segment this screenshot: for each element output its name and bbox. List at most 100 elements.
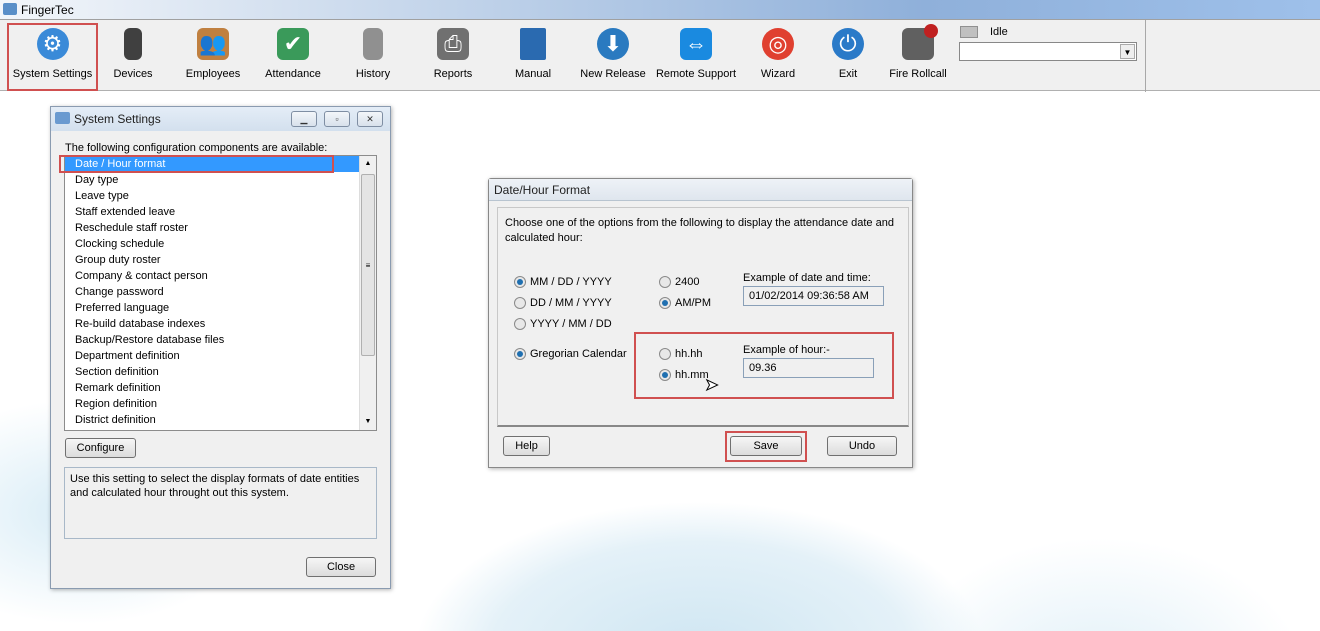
- radio-yyyy-mm-dd[interactable]: YYYY / MM / DD: [514, 318, 612, 330]
- main-toolbar: ⚙ System Settings Devices 👥 Employees ✔ Att…: [0, 19, 1320, 92]
- app-logo-icon: [55, 112, 70, 124]
- power-icon: ⏻: [832, 28, 864, 60]
- maximize-button[interactable]: ▫: [324, 111, 350, 127]
- toolbar-label: Reports: [433, 68, 473, 80]
- window-title-bar: System Settings ▁ ▫ ✕: [51, 107, 390, 131]
- toolbar-label: Manual: [514, 68, 552, 80]
- config-list[interactable]: Date / Hour format Day type Leave type Staf…: [64, 155, 377, 431]
- radio-dd-mm-yyyy[interactable]: DD / MM / YYYY: [514, 297, 612, 309]
- toolbar-history[interactable]: History: [331, 24, 415, 86]
- config-list-item[interactable]: District definition: [65, 412, 359, 428]
- toolbar-remote-support[interactable]: ⇔ Remote Support: [654, 24, 738, 86]
- minimize-button[interactable]: ▁: [291, 111, 317, 127]
- scrollbar-thumb[interactable]: ≡: [361, 174, 375, 356]
- radio-label: YYYY / MM / DD: [530, 318, 612, 330]
- radio-label: 2400: [675, 276, 700, 288]
- save-button[interactable]: Save: [730, 436, 802, 456]
- example-hour-label: Example of hour:-: [743, 344, 830, 356]
- radio-mm-dd-yyyy[interactable]: MM / DD / YYYY: [514, 276, 612, 288]
- toolbar-employees[interactable]: 👥 Employees: [171, 24, 255, 86]
- radio-hh-mm[interactable]: hh.mm: [659, 369, 709, 381]
- app-logo-icon: [3, 3, 17, 15]
- config-list-item[interactable]: Preferred language: [65, 300, 359, 316]
- toolbar-label: Remote Support: [655, 68, 737, 80]
- toolbar-label: Devices: [113, 68, 153, 80]
- attendance-icon: ✔: [277, 28, 309, 60]
- config-list-item[interactable]: Company & contact person: [65, 268, 359, 284]
- config-list-item[interactable]: Leave type: [65, 188, 359, 204]
- toolbar-label: Attendance: [265, 68, 321, 80]
- book-icon: [520, 28, 546, 60]
- radio-label: AM/PM: [675, 297, 712, 309]
- config-list-item[interactable]: Backup/Restore database files: [65, 332, 359, 348]
- configure-button[interactable]: Configure: [65, 438, 136, 458]
- scroll-down-icon[interactable]: ▼: [360, 414, 376, 430]
- radio-label: hh.hh: [675, 348, 703, 360]
- status-text: Idle: [990, 26, 1008, 38]
- app-title-bar: FingerTec: [0, 0, 1320, 19]
- config-list-item[interactable]: Remark definition: [65, 380, 359, 396]
- remote-icon: ⇔: [680, 28, 712, 60]
- dialog-title: Date/Hour Format: [494, 183, 591, 197]
- app-title: FingerTec: [21, 3, 74, 17]
- config-list-item[interactable]: Section definition: [65, 364, 359, 380]
- help-button[interactable]: Help: [503, 436, 550, 456]
- config-list-item[interactable]: Reschedule staff roster: [65, 220, 359, 236]
- radio-label: MM / DD / YYYY: [530, 276, 612, 288]
- toolbar-system-settings[interactable]: ⚙ System Settings: [7, 23, 98, 91]
- terminal-combo[interactable]: ▼: [959, 42, 1137, 61]
- radio-am-pm[interactable]: AM/PM: [659, 297, 711, 309]
- example-date-label: Example of date and time:: [743, 272, 871, 284]
- close-button[interactable]: Close: [306, 557, 376, 577]
- description-box: Use this setting to select the display f…: [64, 467, 377, 539]
- radio-gregorian-calendar[interactable]: Gregorian Calendar: [514, 348, 627, 360]
- radio-hh-hh[interactable]: hh.hh: [659, 348, 703, 360]
- toolbar-fire-rollcall[interactable]: Fire Rollcall: [876, 24, 960, 86]
- toolbar-devices[interactable]: Devices: [91, 24, 175, 86]
- scroll-up-icon[interactable]: ▲: [360, 156, 376, 172]
- printer-icon: ⎙: [437, 28, 469, 60]
- config-list-item[interactable]: Staff extended leave: [65, 204, 359, 220]
- highlight-box: [59, 155, 334, 173]
- mouse-cursor-icon: ➤: [704, 377, 719, 395]
- example-hour-field: 09.36: [743, 358, 874, 378]
- toolbar-reports[interactable]: ⎙ Reports: [411, 24, 495, 86]
- chevron-down-icon[interactable]: ▼: [1120, 44, 1135, 59]
- config-list-item[interactable]: Department definition: [65, 348, 359, 364]
- undo-button[interactable]: Undo: [827, 436, 897, 456]
- example-date-field: 01/02/2014 09:36:58 AM: [743, 286, 884, 306]
- globe-icon: ⬇: [597, 28, 629, 60]
- employees-icon: 👥: [197, 28, 229, 60]
- config-list-item[interactable]: Re-build database indexes: [65, 316, 359, 332]
- toolbar-label: Employees: [185, 68, 241, 80]
- toolbar-attendance[interactable]: ✔ Attendance: [251, 24, 335, 86]
- toolbar-label: Fire Rollcall: [889, 68, 947, 80]
- fire-printer-icon: [902, 24, 938, 60]
- toolbar-divider: [1145, 20, 1146, 92]
- gear-icon: ⚙: [36, 28, 69, 60]
- list-prompt: The following configuration components a…: [65, 142, 328, 154]
- radio-label: DD / MM / YYYY: [530, 297, 612, 309]
- toolbar-label: New Release: [580, 68, 646, 80]
- status-indicator: [960, 26, 978, 38]
- radio-label: hh.mm: [675, 369, 709, 381]
- config-list-item[interactable]: Change password: [65, 284, 359, 300]
- history-icon: [363, 28, 383, 60]
- config-list-item[interactable]: Group duty roster: [65, 252, 359, 268]
- device-icon: [124, 28, 142, 60]
- radio-2400[interactable]: 2400: [659, 276, 699, 288]
- date-hour-format-dialog: Date/Hour Format Choose one of the optio…: [488, 178, 913, 468]
- dialog-title-bar: Date/Hour Format: [489, 179, 912, 201]
- lifebuoy-icon: ◎: [762, 28, 794, 60]
- toolbar-manual[interactable]: Manual: [491, 24, 575, 86]
- close-icon[interactable]: ✕: [357, 111, 383, 127]
- radio-label: Gregorian Calendar: [530, 348, 627, 360]
- instruction-text: Choose one of the options from the follo…: [505, 217, 894, 244]
- toolbar-label: System Settings: [12, 68, 93, 80]
- window-title: System Settings: [74, 112, 161, 126]
- toolbar-new-release[interactable]: ⬇ New Release: [571, 24, 655, 86]
- scrollbar[interactable]: ▲ ≡ ▼: [359, 156, 376, 430]
- config-list-item[interactable]: Day type: [65, 172, 359, 188]
- config-list-item[interactable]: Region definition: [65, 396, 359, 412]
- config-list-item[interactable]: Clocking schedule: [65, 236, 359, 252]
